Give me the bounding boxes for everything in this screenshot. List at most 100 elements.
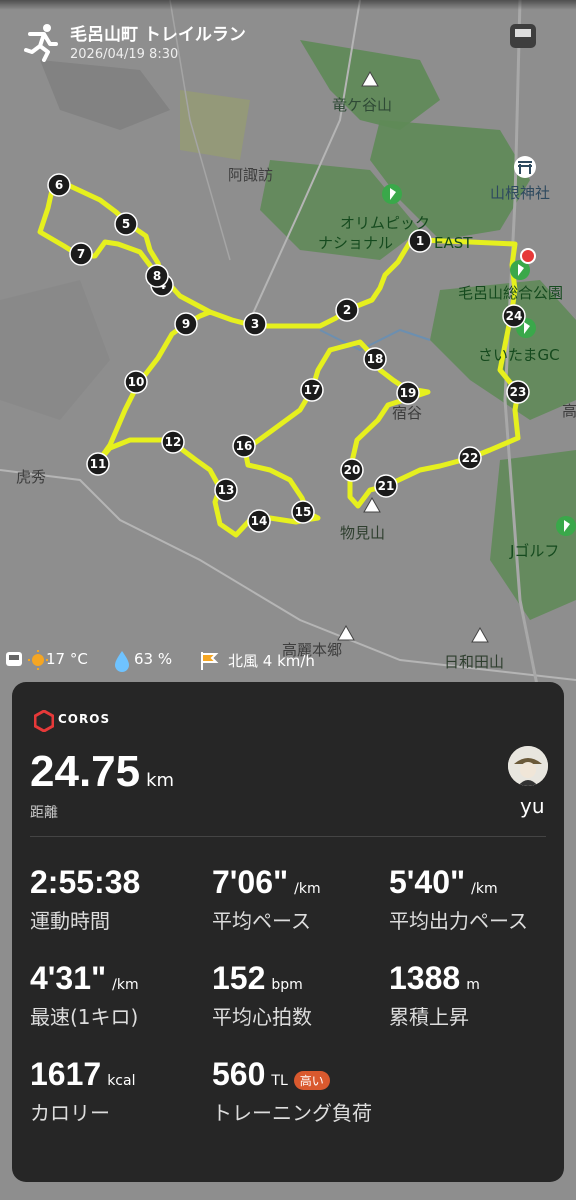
- label-olympic1: オリムピック: [340, 214, 430, 232]
- stat-unit: /km: [294, 881, 321, 897]
- stat-value: 152: [212, 960, 266, 996]
- stat-elevation-gain: 1388 m 累積上昇: [389, 960, 480, 1030]
- km-marker-label: 13: [218, 483, 235, 497]
- km-marker-label: 3: [251, 317, 259, 331]
- stat-label: 最速(1キロ): [30, 1005, 139, 1029]
- stat-label: カロリー: [30, 1101, 110, 1125]
- km-marker-label: 17: [304, 383, 321, 397]
- label-taka: 高: [562, 402, 576, 420]
- label-monomi: 物見山: [340, 524, 385, 542]
- stat-value: 1617: [30, 1056, 102, 1092]
- training-load-badge: 高い: [293, 1071, 330, 1090]
- km-marker-label: 16: [236, 439, 253, 453]
- stat-unit: TL: [271, 1073, 288, 1089]
- km-marker-label: 11: [90, 457, 107, 471]
- km-marker: 17: [300, 378, 324, 402]
- start-point-icon: [520, 248, 536, 264]
- golf-icon: [556, 516, 576, 536]
- km-marker: 21: [374, 474, 398, 498]
- km-marker: 13: [214, 478, 238, 502]
- km-marker: 20: [340, 458, 364, 482]
- humidity: 63 %: [134, 650, 173, 668]
- wind: 北風 4 km/h: [228, 652, 315, 670]
- distance-value: 24.75: [30, 747, 141, 796]
- stat-duration: 2:55:38 運動時間: [30, 864, 146, 934]
- km-marker: 1: [408, 229, 432, 253]
- km-marker: 22: [458, 446, 482, 470]
- stat-training-load: 560 TL 高い トレーニング負荷: [212, 1056, 372, 1126]
- km-marker-label: 20: [344, 463, 361, 477]
- km-marker-label: 23: [510, 385, 527, 399]
- stat-label: 運動時間: [30, 909, 110, 933]
- stat-fastest-km: 4'31" /km 最速(1キロ): [30, 960, 139, 1030]
- stat-label: 平均心拍数: [212, 1005, 312, 1029]
- km-marker-label: 1: [416, 234, 424, 248]
- km-marker-label: 22: [462, 451, 479, 465]
- label-olympic2: ナショナル: [318, 234, 393, 252]
- label-east: EAST: [434, 234, 473, 252]
- stat-calories: 1617 kcal カロリー: [30, 1056, 135, 1126]
- stat-value: 7'06": [212, 864, 289, 900]
- activity-header: 毛呂山町 トレイルラン 2026/04/19 8:30: [0, 0, 576, 80]
- km-marker: 8: [145, 264, 169, 288]
- km-marker: 11: [86, 452, 110, 476]
- stat-unit: /km: [112, 977, 139, 993]
- km-marker-label: 14: [251, 514, 268, 528]
- km-marker: 3: [243, 312, 267, 336]
- stat-value: 1388: [389, 960, 461, 996]
- stat-label: 平均ペース: [212, 909, 311, 933]
- activity-stats-card: COROS 24.75 km 距離 yu 2:55:38 運動時間 7'06" /k…: [12, 682, 564, 1182]
- km-marker: 19: [396, 381, 420, 405]
- km-marker: 6: [47, 173, 71, 197]
- label-moroyama-park: 毛呂山総合公園: [458, 284, 563, 302]
- avatar[interactable]: [508, 746, 548, 786]
- stat-unit: kcal: [107, 1073, 136, 1089]
- stat-value: 2:55:38: [30, 864, 141, 900]
- km-marker: 15: [291, 500, 315, 524]
- km-marker-label: 21: [378, 479, 395, 493]
- stat-unit: bpm: [271, 977, 303, 993]
- avatar-image: [508, 746, 548, 786]
- distance-unit: km: [146, 770, 175, 791]
- stat-label: 平均出力ペース: [389, 909, 528, 933]
- stat-value: 560: [212, 1056, 266, 1092]
- km-marker: 5: [114, 212, 138, 236]
- humidity-drop-icon: [115, 651, 129, 672]
- activity-datetime: 2026/04/19 8:30: [70, 47, 179, 62]
- temperature: 17 °C: [46, 650, 88, 668]
- weather-bar: 17 °C 63 % 北風 4 km/h: [6, 648, 566, 674]
- wind-flag-icon: [201, 652, 219, 670]
- stat-label: トレーニング負荷: [212, 1101, 372, 1125]
- label-tora: 虎秀: [16, 468, 46, 486]
- activity-title: 毛呂山町 トレイルラン: [70, 25, 246, 45]
- stat-unit: /km: [471, 881, 498, 897]
- label-asuwa: 阿諏訪: [228, 166, 273, 184]
- km-marker: 16: [232, 434, 256, 458]
- label-yamane: 山根神社: [490, 184, 550, 202]
- label-j-golf: Jゴルフ: [509, 542, 559, 560]
- distance: 24.75 km: [30, 747, 174, 797]
- username: yu: [520, 794, 545, 818]
- stat-value: 5'40": [389, 864, 466, 900]
- km-marker: 18: [363, 347, 387, 371]
- stat-avg-pace: 7'06" /km 平均ペース: [212, 864, 321, 934]
- stat-unit: m: [466, 977, 480, 993]
- km-marker-label: 18: [367, 352, 384, 366]
- shrine-icon: [514, 156, 536, 178]
- km-marker-label: 19: [400, 386, 417, 400]
- label-ryugaya: 竜ケ谷山: [332, 96, 392, 114]
- km-marker-label: 6: [55, 178, 63, 192]
- km-marker-label: 9: [182, 317, 190, 331]
- km-marker-label: 7: [77, 247, 85, 261]
- km-marker: 24: [502, 304, 526, 328]
- coros-hex-icon: [34, 710, 54, 732]
- km-marker-label: 2: [343, 303, 351, 317]
- brand-name: COROS: [58, 712, 111, 726]
- weather-sun-cloud-icon: [6, 650, 48, 670]
- km-marker: 12: [161, 430, 185, 454]
- km-marker-label: 15: [295, 505, 312, 519]
- km-marker-label: 5: [122, 217, 130, 231]
- running-icon: [24, 24, 58, 62]
- stat-value: 4'31": [30, 960, 107, 996]
- label-shukuya: 宿谷: [392, 404, 422, 422]
